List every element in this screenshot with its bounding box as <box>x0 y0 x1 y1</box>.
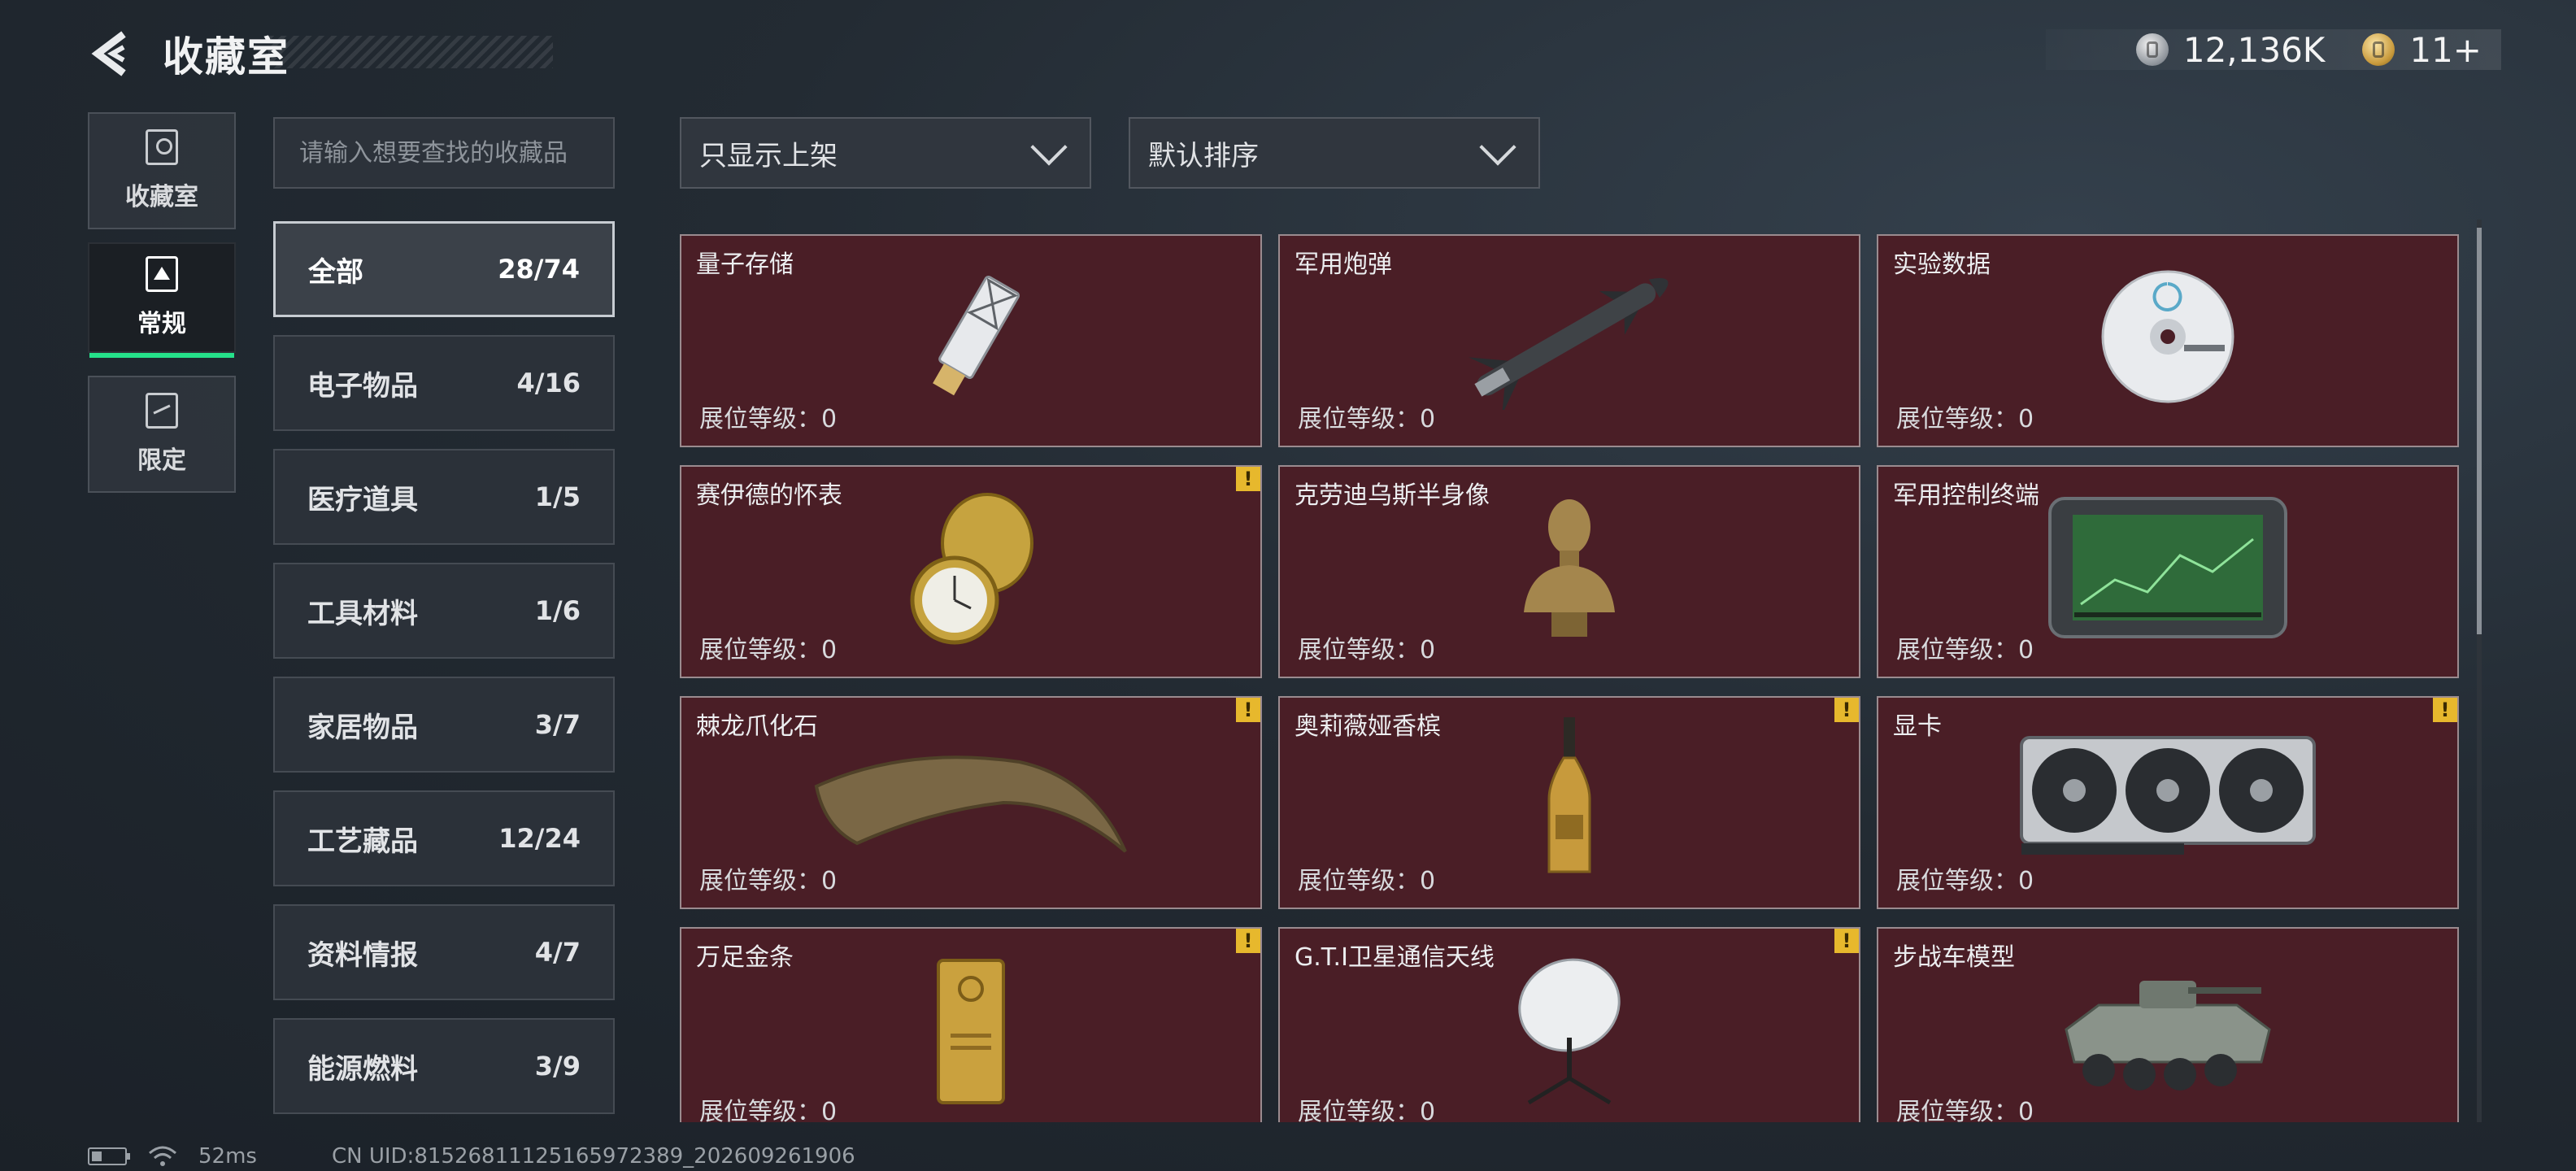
category-crafts[interactable]: 工艺藏品 12/24 <box>273 790 615 886</box>
category-count: 4/16 <box>516 368 581 398</box>
warning-icon: ! <box>1236 467 1260 491</box>
item-card-experiment-data[interactable]: 实验数据 展位等级：0 <box>1877 234 2459 447</box>
category-name: 资料情报 <box>307 938 418 972</box>
item-card-military-terminal[interactable]: 军用控制终端 展位等级：0 <box>1877 465 2459 678</box>
regular-icon <box>146 256 178 292</box>
item-card-claw-fossil[interactable]: 棘龙爪化石 ! 展位等级：0 <box>680 696 1262 909</box>
rail-item-regular[interactable]: 常规 <box>88 242 236 358</box>
booth-level: 展位等级：0 <box>699 636 838 664</box>
claw-fossil-icon <box>681 730 1260 867</box>
sort-value: 默认排序 <box>1148 139 1259 172</box>
item-card-graphics-card[interactable]: 显卡 ! 展位等级：0 <box>1877 696 2459 909</box>
satellite-dish-icon <box>1280 958 1859 1105</box>
silver-coin-icon <box>2135 33 2169 66</box>
booth-level: 展位等级：0 <box>1896 636 2034 664</box>
warning-icon: ! <box>1834 929 1859 953</box>
booth-level: 展位等级：0 <box>699 405 838 433</box>
search-input[interactable] <box>273 117 615 189</box>
category-count: 3/9 <box>534 1051 581 1082</box>
title-decoration <box>268 36 553 68</box>
booth-level: 展位等级：0 <box>1896 867 2034 895</box>
chevron-down-icon <box>1479 128 1516 166</box>
pocket-watch-icon <box>681 493 1260 645</box>
booth-level: 展位等级：0 <box>1298 1098 1436 1122</box>
warning-icon: ! <box>2433 698 2457 722</box>
item-card-pocket-watch[interactable]: 赛伊德的怀表 ! 展位等级：0 <box>680 465 1262 678</box>
booth-level: 展位等级：0 <box>1896 1098 2034 1122</box>
grid-scrollbar-thumb[interactable] <box>2477 228 2482 634</box>
booth-level: 展位等级：0 <box>699 1098 838 1122</box>
category-name: 工艺藏品 <box>307 825 418 858</box>
category-count: 4/7 <box>534 937 581 968</box>
booth-level: 展位等级：0 <box>1896 405 2034 433</box>
gold-bar-icon <box>681 959 1260 1104</box>
status-bar: 52ms CN UID:815268111251659723​89_202609… <box>88 1142 855 1171</box>
uid-text: CN UID:815268111251659723​89_20260926190… <box>331 1144 855 1169</box>
category-count: 3/7 <box>534 709 581 740</box>
chevron-down-icon <box>1030 128 1068 166</box>
category-name: 医疗道具 <box>307 483 418 516</box>
sort-dropdown[interactable]: 默认排序 <box>1129 117 1540 189</box>
category-name: 家居物品 <box>307 711 418 744</box>
item-card-claudius-bust[interactable]: 克劳迪乌斯半身像 展位等级：0 <box>1278 465 1860 678</box>
category-energy[interactable]: 能源燃料 3/9 <box>273 1018 615 1114</box>
collection-room-icon <box>146 129 178 165</box>
active-indicator <box>89 353 234 358</box>
item-card-gold-bar[interactable]: 万足金条 ! 展位等级：0 <box>680 927 1262 1122</box>
gold-coin-icon <box>2362 33 2395 66</box>
category-electronics[interactable]: 电子物品 4/16 <box>273 335 615 431</box>
category-intel[interactable]: 资料情报 4/7 <box>273 904 615 1000</box>
category-name: 电子物品 <box>307 369 418 403</box>
category-count: 12/24 <box>498 823 581 854</box>
category-tools[interactable]: 工具材料 1/6 <box>273 563 615 659</box>
category-name: 能源燃料 <box>307 1052 418 1086</box>
bust-icon <box>1280 499 1859 637</box>
usb-drive-icon <box>681 268 1260 405</box>
page-title: 收藏室 <box>163 33 289 81</box>
display-filter-dropdown[interactable]: 只显示上架 <box>680 117 1091 189</box>
category-count: 1/5 <box>534 481 581 512</box>
booth-level: 展位等级：0 <box>1298 867 1436 895</box>
category-all[interactable]: 全部 28/74 <box>273 221 615 317</box>
rail-item-limited[interactable]: 限定 <box>88 376 236 493</box>
graphics-card-icon <box>1878 730 2457 867</box>
battery-icon <box>88 1147 130 1165</box>
category-household[interactable]: 家居物品 3/7 <box>273 677 615 773</box>
category-name: 工具材料 <box>307 597 418 630</box>
item-card-military-shell[interactable]: 军用炮弹 展位等级：0 <box>1278 234 1860 447</box>
display-filter-value: 只显示上架 <box>699 139 838 172</box>
limited-icon <box>146 393 178 429</box>
category-count: 28/74 <box>498 254 580 285</box>
rail-item-collection-room[interactable]: 收藏室 <box>88 112 236 229</box>
booth-level: 展位等级：0 <box>1298 405 1436 433</box>
rail-item-label: 限定 <box>137 446 186 475</box>
warning-icon: ! <box>1236 698 1260 722</box>
booth-level: 展位等级：0 <box>699 867 838 895</box>
item-card-olivia-champagne[interactable]: 奥莉薇娅香槟 ! 展位等级：0 <box>1278 696 1860 909</box>
warning-icon: ! <box>1236 929 1260 953</box>
item-card-quantum-storage[interactable]: 量子存储 展位等级：0 <box>680 234 1262 447</box>
item-card-ifv-model[interactable]: 步战车模型 展位等级：0 <box>1877 927 2459 1122</box>
rail-item-label: 常规 <box>137 310 186 338</box>
disc-icon <box>1878 268 2457 405</box>
collection-grid: 量子存储 展位等级：0 军用炮弹 展位等级：0 实验数据 展位等级：0 赛伊德的… <box>680 234 2459 1122</box>
wifi-icon <box>149 1146 176 1166</box>
silver-currency-value: 12,136K <box>2182 29 2326 70</box>
ping-value: 52ms <box>198 1144 257 1169</box>
category-name: 全部 <box>308 255 363 289</box>
category-count: 1/6 <box>534 595 581 626</box>
champagne-icon <box>1280 717 1859 873</box>
ifv-model-icon <box>1878 961 2457 1098</box>
terminal-icon <box>1878 497 2457 638</box>
back-arrow-icon[interactable] <box>88 29 137 78</box>
item-card-satellite-antenna[interactable]: G.T.I卫星通信天线 ! 展位等级：0 <box>1278 927 1860 1122</box>
currency-bar: 12,136K 11+ <box>2046 29 2501 70</box>
booth-level: 展位等级：0 <box>1298 636 1436 664</box>
category-medical[interactable]: 医疗道具 1/5 <box>273 449 615 545</box>
missile-icon <box>1280 268 1859 410</box>
gold-currency-value: 11+ <box>2409 29 2482 70</box>
warning-icon: ! <box>1834 698 1859 722</box>
rail-item-label: 收藏室 <box>125 183 198 211</box>
